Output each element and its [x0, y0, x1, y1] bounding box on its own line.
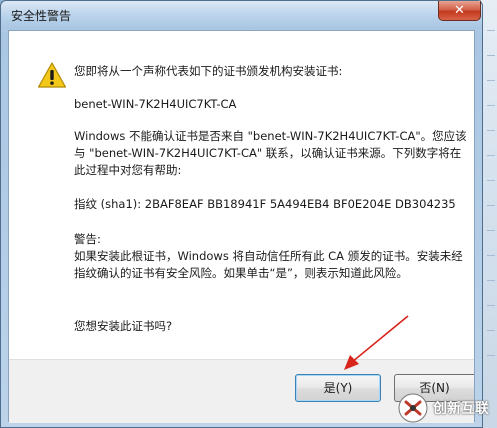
security-warning-dialog: 安全性警告 ✕ 您即将从一个声称代表如下的证书颁发机构安装证书: benet-W… [0, 0, 483, 428]
window-title: 安全性警告 [11, 9, 72, 23]
thumbprint-text: 指纹 (sha1): 2BAF8EAF BB18941F 5A494EB4 BF… [74, 197, 456, 211]
ca-name-text: benet-WIN-7K2H4UIC7KT-CA [74, 97, 237, 111]
install-question: 您想安装此证书吗? [74, 319, 173, 333]
yes-button[interactable]: 是(Y) [295, 374, 381, 402]
intro-text: 您即将从一个声称代表如下的证书颁发机构安装证书: [74, 64, 343, 78]
verification-warning-text: Windows 不能确认证书是否来自 "benet-WIN-7K2H4UIC7K… [74, 129, 467, 177]
caution-block: 警告: 如果安装此根证书，Windows 将自动信任所有此 CA 颁发的证书。安… [74, 231, 469, 282]
title-bar[interactable]: 安全性警告 ✕ [1, 1, 482, 29]
watermark: 创新互联 [393, 388, 497, 428]
caution-text: 如果安装此根证书，Windows 将自动信任所有此 CA 颁发的证书。安装未经指… [74, 249, 463, 280]
dialog-body: 您即将从一个声称代表如下的证书颁发机构安装证书: benet-WIN-7K2H4… [8, 30, 475, 423]
caution-title: 警告: [74, 232, 101, 246]
watermark-logo-icon [398, 393, 428, 423]
warning-icon [37, 62, 67, 88]
background-window-edge [481, 0, 497, 428]
close-button[interactable]: ✕ [438, 1, 481, 21]
watermark-text: 创新互联 [433, 401, 489, 417]
